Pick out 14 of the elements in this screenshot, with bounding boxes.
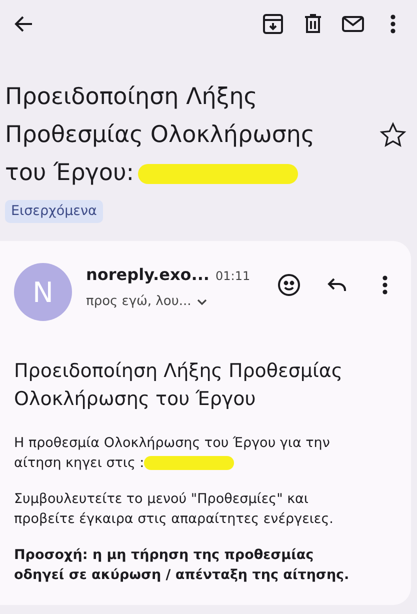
body-paragraph: Συμβουλευτείτε το μενού "Προθεσμίες" και προβείτε έγκαιρα στις απαραίτητες ενέργειες. (14, 490, 334, 529)
chevron-down-icon (197, 298, 208, 306)
star-icon[interactable] (379, 120, 409, 150)
subject-title: Προειδοποίηση Λήξης Προθεσμίας Ολοκλήρωσης του Έργου: (5, 83, 316, 188)
warning-paragraph: Προσοχή: η μη τήρηση της προθεσμίας οδηγεί σε ακύρωση / απένταξη της αίτησης. (14, 546, 350, 585)
sender-avatar: N (14, 263, 72, 321)
archive-icon[interactable] (261, 12, 285, 36)
message-heading: Προειδοποίηση Λήξης Προθεσμίας Ολοκλήρωσης του Έργου (14, 359, 344, 412)
inbox-label[interactable]: Εισερχόμενα (5, 200, 103, 223)
body-paragraph: Η προθεσμία Ολοκλήρωσης του Έργου για την αίτηση κηγει στις : (14, 434, 331, 473)
message-time: 01:11 (216, 269, 250, 283)
sender-name: noreply.exo... (86, 265, 210, 284)
emoji-icon[interactable] (277, 273, 301, 297)
recipients-toggle[interactable]: προς εγώ, λου... (86, 294, 277, 309)
